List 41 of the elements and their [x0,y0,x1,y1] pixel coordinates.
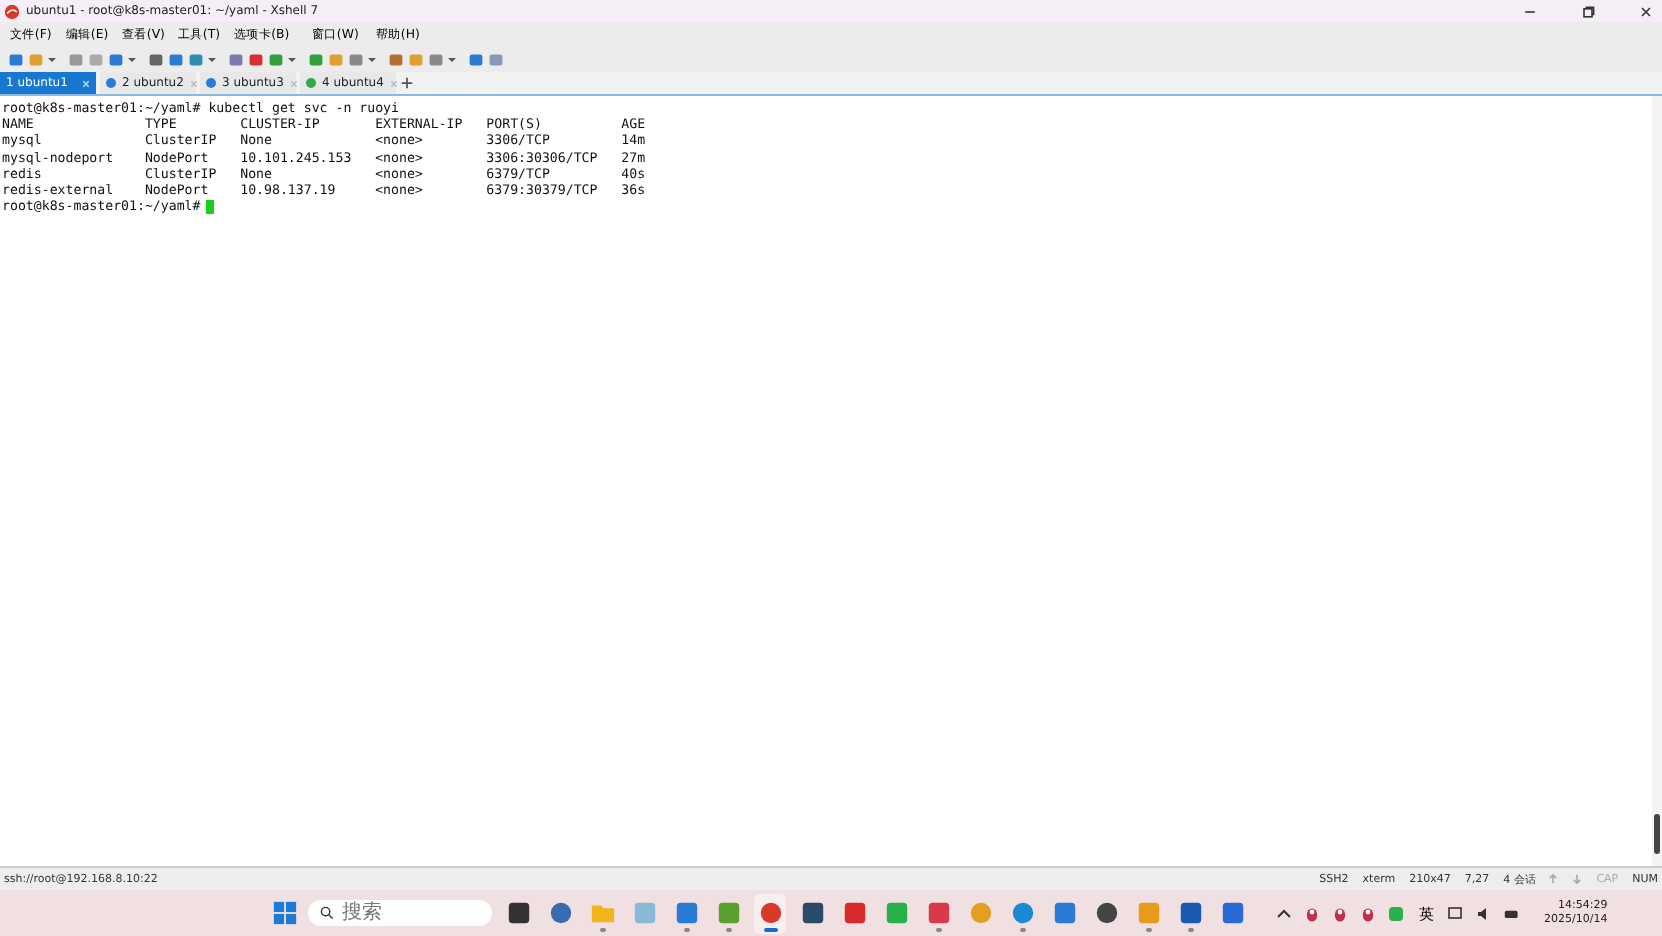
cursor [206,199,215,214]
app-icon [1219,900,1245,926]
penguin-icon[interactable] [1332,905,1348,921]
app-icon [505,900,531,926]
down-arrow-icon [1572,874,1583,884]
close-icon[interactable] [1638,3,1654,19]
app-icon [967,900,993,926]
app-logo-icon [4,3,20,19]
chevron-up-icon[interactable] [1276,905,1292,921]
caret-icon[interactable] [288,55,296,63]
restore-icon[interactable] [1580,3,1596,19]
scrollbar-thumb[interactable] [1654,814,1660,854]
app-icon [631,900,657,926]
app-icon [673,900,699,926]
search-field[interactable]: 搜索 [308,900,492,926]
caret-icon[interactable] [448,55,456,63]
speaker-icon[interactable] [1476,905,1492,921]
display-icon[interactable] [1448,905,1464,921]
app-icon [1009,900,1035,926]
caret-icon[interactable] [128,55,136,63]
app-icon [1093,900,1119,926]
caret-icon[interactable] [208,55,216,63]
caret-icon[interactable] [368,55,376,63]
app-icon [1135,900,1161,926]
taskbar-app[interactable] [754,893,786,933]
caret-icon[interactable] [48,55,56,63]
up-arrow-icon [1548,874,1559,884]
scrollbar[interactable] [1652,96,1662,866]
app-icon [883,900,909,926]
start-icon[interactable] [272,900,298,926]
app-icon [1051,900,1077,926]
app-icon [757,900,783,926]
battery-icon[interactable] [1504,905,1520,921]
app-icon [715,900,741,926]
penguin-icon[interactable] [1360,905,1376,921]
app-icon [841,900,867,926]
app-icon [799,900,825,926]
app-icon [925,900,951,926]
app-icon [1177,900,1203,926]
add-tab-icon[interactable] [400,76,414,90]
penguin-icon[interactable] [1304,905,1320,921]
